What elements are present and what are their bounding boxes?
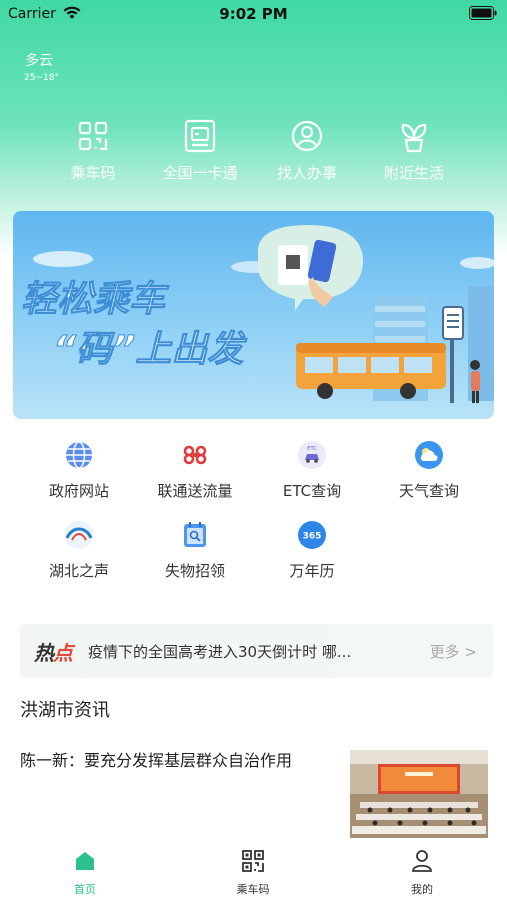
quick-action-label: 乘车码	[70, 164, 116, 182]
tab-bar: 首页 乘车码 我的	[0, 843, 507, 900]
calendar-365-icon: 365	[298, 521, 326, 549]
sprout-icon	[401, 123, 427, 153]
service-label: 政府网站	[48, 482, 109, 500]
service-lost-found[interactable]: 失物招领	[135, 520, 255, 590]
news-thumbnail[interactable]	[350, 750, 488, 838]
service-label: 万年历	[289, 562, 335, 580]
news-title[interactable]: 陈一新：要充分发挥基层群众自治作用	[20, 748, 320, 773]
quick-action-ride-code[interactable]: 乘车码	[43, 118, 143, 188]
more-link[interactable]: 更多 >	[430, 641, 477, 662]
banner-headline-line2: “码”上出发	[53, 329, 247, 370]
service-label: 天气查询	[398, 482, 459, 500]
tab-label: 首页	[74, 883, 96, 896]
svg-text:ETC: ETC	[307, 446, 317, 452]
hot-tag-first: 热	[34, 641, 54, 665]
service-unicom-data[interactable]: 联通送流量	[135, 440, 255, 510]
hot-news-headline[interactable]: 疫情下的全国高考进入30天倒计时 哪...	[88, 641, 398, 662]
quick-action-find-service[interactable]: 找人办事	[257, 118, 357, 188]
banner-illustration: 轻松乘车 “码”上出发	[21, 225, 494, 403]
weather-icon	[415, 441, 443, 469]
quick-action-nearby-life[interactable]: 附近生活	[364, 118, 464, 188]
qr-code-icon	[242, 850, 264, 872]
service-label: 失物招领	[164, 562, 225, 580]
promo-banner[interactable]: 轻松乘车 “码”上出发	[13, 211, 494, 419]
temperature-range: 25~18°	[24, 73, 59, 83]
hot-tag: 热点	[34, 637, 73, 666]
service-etc-query[interactable]: ETC ETC查询	[252, 440, 372, 510]
hubei-voice-icon	[65, 521, 93, 549]
weather-condition[interactable]: 多云	[25, 50, 53, 70]
quick-action-label: 附近生活	[383, 164, 444, 182]
service-label: 湖北之声	[48, 562, 109, 580]
service-perpetual-calendar[interactable]: 365 万年历	[252, 520, 372, 590]
home-icon	[76, 852, 94, 870]
tab-home[interactable]: 首页	[45, 849, 125, 897]
person-search-icon	[291, 120, 323, 152]
user-icon	[412, 850, 432, 872]
tab-label: 乘车码	[236, 883, 270, 896]
tab-label: 我的	[411, 883, 433, 896]
hot-tag-second: 点	[53, 641, 73, 665]
etc-car-icon: ETC	[298, 441, 326, 469]
service-gov-website[interactable]: 政府网站	[19, 440, 139, 510]
banner-headline-line1: 轻松乘车	[21, 279, 170, 320]
section-title: 洪湖市资讯	[20, 700, 110, 721]
quick-action-label: 全国一卡通	[162, 164, 238, 182]
lost-found-icon	[184, 522, 206, 547]
service-hubei-voice[interactable]: 湖北之声	[19, 520, 139, 590]
status-bar: Carrier 9:02 PM	[0, 0, 507, 30]
news-item[interactable]: 陈一新：要充分发挥基层群众自治作用	[20, 748, 490, 843]
service-weather-query[interactable]: 天气查询	[369, 440, 489, 510]
quick-action-label: 找人办事	[276, 164, 337, 182]
transit-card-icon	[184, 119, 216, 153]
service-label: ETC查询	[282, 482, 342, 500]
tab-profile[interactable]: 我的	[382, 849, 462, 897]
quick-action-transit-card[interactable]: 全国一卡通	[150, 118, 250, 188]
battery-icon	[469, 6, 497, 20]
globe-icon	[66, 441, 92, 469]
unicom-icon	[183, 445, 207, 465]
svg-text:365: 365	[303, 532, 322, 542]
hot-news-bar[interactable]: 热点 疫情下的全国高考进入30天倒计时 哪... 更多 >	[20, 624, 493, 678]
quick-actions: 乘车码 全国一卡通 找人办事 附近生活	[0, 118, 507, 188]
clock: 9:02 PM	[219, 5, 288, 23]
tab-ride-code[interactable]: 乘车码	[213, 849, 293, 897]
service-label: 联通送流量	[157, 482, 233, 500]
qr-code-icon	[78, 121, 108, 151]
